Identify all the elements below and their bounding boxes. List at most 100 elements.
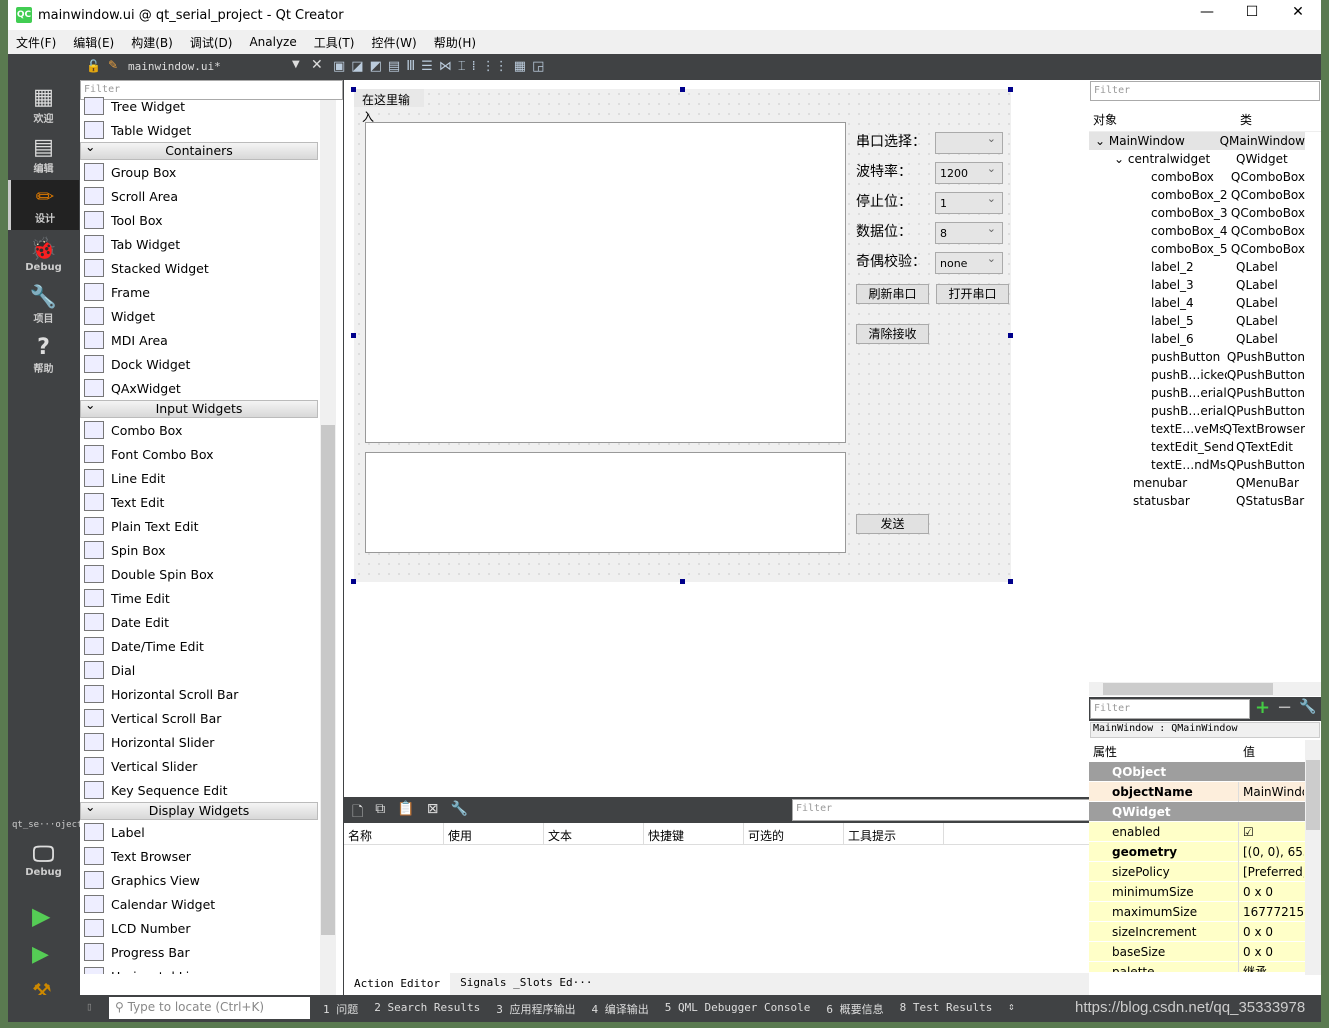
widget-item[interactable]: Progress Bar — [80, 940, 318, 964]
field-combo[interactable]: none — [935, 252, 1003, 274]
header-class[interactable]: 类 — [1236, 111, 1252, 128]
object-row[interactable]: label_5 QLabel — [1089, 312, 1305, 330]
layout-form-icon[interactable]: ⁞ — [472, 59, 476, 74]
property-row[interactable]: objectNameMainWindow — [1089, 781, 1305, 802]
layout-grid-icon[interactable]: ⋮⋮ — [482, 59, 508, 74]
column-header[interactable]: 名称 — [344, 823, 444, 844]
object-row[interactable]: menubar QMenuBar — [1089, 474, 1305, 492]
close-button[interactable]: ✕ — [1283, 4, 1313, 20]
refresh-port-button[interactable]: 刷新串口 — [856, 284, 929, 304]
property-value[interactable]: 0 x 0 — [1239, 885, 1304, 899]
action-filter-input[interactable]: Filter — [792, 799, 1096, 821]
widget-item[interactable]: Calendar Widget — [80, 892, 318, 916]
clear-receive-button[interactable]: 清除接收 — [856, 324, 929, 344]
object-inspector-hscrollbar[interactable] — [1089, 682, 1321, 696]
menu-item[interactable]: Analyze — [249, 35, 296, 49]
object-row[interactable]: label_6 QLabel — [1089, 330, 1305, 348]
property-row[interactable]: enabled ☑ — [1089, 821, 1305, 842]
property-row[interactable]: minimumSize 0 x 0 — [1089, 881, 1305, 902]
column-header[interactable]: 快捷键 — [644, 823, 744, 844]
output-pane-button[interactable]: 4 编译输出 — [591, 1001, 648, 1017]
object-row[interactable]: pushB…erial QPushButton — [1089, 402, 1305, 420]
edit-tab-order-icon[interactable]: ▤ — [388, 59, 400, 74]
column-header[interactable]: 文本 — [544, 823, 644, 844]
widget-item[interactable]: MDI Area — [80, 328, 318, 352]
property-value[interactable]: 继承 — [1239, 963, 1304, 972]
main-window-form[interactable]: 在这里输入 串口选择： 波特率： 1200 停止位： 1 数据位： 8 奇偶校验： none 刷… — [354, 89, 1011, 582]
widget-item[interactable]: Dock Widget — [80, 352, 318, 376]
receive-text-browser[interactable] — [365, 122, 846, 443]
widget-item[interactable]: Vertical Slider — [80, 754, 318, 778]
category-header[interactable]: Input Widgets — [80, 397, 318, 418]
break-layout-icon[interactable]: ▦ — [514, 59, 526, 74]
mode-edit-doc[interactable]: ▤ 编辑 — [8, 130, 79, 180]
menu-bar-placeholder[interactable]: 在这里输入 — [354, 89, 424, 124]
configure-wrench-icon[interactable]: 🔧 — [450, 801, 467, 825]
open-file-selector[interactable]: mainwindow.ui* — [128, 60, 221, 73]
mode-wrench[interactable]: 🔧 项目 — [8, 280, 79, 330]
widget-item[interactable]: QAxWidget — [80, 376, 318, 400]
widget-item[interactable]: Key Sequence Edit — [80, 778, 318, 802]
object-row[interactable]: statusbar QStatusBar — [1089, 492, 1305, 510]
maximize-button[interactable]: ☐ — [1237, 4, 1267, 20]
mode-pencil[interactable]: ✏ 设计 — [8, 180, 79, 230]
field-combo[interactable]: 1 — [935, 192, 1003, 214]
output-pane-button[interactable]: 6 概要信息 — [826, 1001, 883, 1017]
layout-vertical-icon[interactable]: ☰ — [421, 59, 433, 74]
widget-item[interactable]: Label — [80, 820, 318, 844]
edit-buddies-icon[interactable]: ◩ — [370, 59, 382, 74]
menu-item[interactable]: 调试(D) — [190, 34, 233, 51]
file-dropdown-arrow-icon[interactable]: ▼ — [292, 59, 300, 70]
run-icon[interactable]: ▶ — [32, 902, 50, 930]
output-pane-button[interactable]: 3 应用程序输出 — [496, 1001, 575, 1017]
widget-item[interactable]: Horizontal Scroll Bar — [80, 682, 318, 706]
widget-item[interactable]: Vertical Scroll Bar — [80, 706, 318, 730]
property-value[interactable]: 16777215 x — [1239, 905, 1304, 919]
object-row[interactable]: label_3 QLabel — [1089, 276, 1305, 294]
widget-item[interactable]: Double Spin Box — [80, 562, 318, 586]
widget-item[interactable]: LCD Number — [80, 916, 318, 940]
header-object[interactable]: 对象 — [1089, 111, 1236, 128]
adjust-size-icon[interactable]: ◲ — [532, 59, 544, 74]
column-header[interactable]: 可选的 — [744, 823, 844, 844]
minimize-button[interactable]: — — [1192, 4, 1222, 20]
field-combo[interactable]: 8 — [935, 222, 1003, 244]
open-port-button[interactable]: 打开串口 — [936, 284, 1009, 304]
layout-horizontal-icon[interactable]: Ⅲ — [406, 59, 415, 74]
object-row[interactable]: ⌄ MainWindow QMainWindow — [1089, 132, 1305, 150]
field-combo[interactable] — [935, 132, 1003, 154]
property-group[interactable]: QObject — [1089, 762, 1305, 782]
remove-property-icon[interactable]: − — [1277, 697, 1292, 718]
widget-item[interactable]: Dial — [80, 658, 318, 682]
widget-item[interactable]: Time Edit — [80, 586, 318, 610]
property-row[interactable]: palette 继承 — [1089, 961, 1305, 972]
menu-item[interactable]: 文件(F) — [16, 34, 56, 51]
menu-item[interactable]: 控件(W) — [371, 34, 416, 51]
widget-item[interactable]: Date Edit — [80, 610, 318, 634]
field-combo[interactable]: 1200 — [935, 162, 1003, 184]
widget-item[interactable]: Group Box — [80, 160, 318, 184]
property-value[interactable]: MainWindow — [1239, 785, 1304, 799]
menu-item[interactable]: 编辑(E) — [73, 34, 114, 51]
object-row[interactable]: comboBox_5 QComboBox — [1089, 240, 1305, 258]
property-vscrollbar[interactable] — [1305, 740, 1321, 975]
object-row[interactable]: pushButton QPushButton — [1089, 348, 1305, 366]
object-filter-input[interactable]: Filter — [1090, 81, 1320, 101]
property-row[interactable]: sizePolicy [Preferred, — [1089, 861, 1305, 882]
category-header[interactable]: Display Widgets — [80, 799, 318, 820]
widget-item[interactable]: Tree Widget — [80, 94, 318, 118]
widget-item[interactable]: Text Edit — [80, 490, 318, 514]
property-value[interactable]: [(0, 0), 655 — [1239, 845, 1304, 859]
menu-item[interactable]: 构建(B) — [131, 34, 173, 51]
widget-item[interactable]: Spin Box — [80, 538, 318, 562]
object-row[interactable]: textEdit_Send QTextEdit — [1089, 438, 1305, 456]
mode-bug[interactable]: 🐞 Debug — [8, 230, 79, 280]
widget-box-scrollbar[interactable] — [320, 100, 336, 995]
tab-action-editor[interactable]: Action Editor — [344, 973, 451, 995]
widget-item[interactable]: Line Edit — [80, 466, 318, 490]
property-value[interactable]: ☑ — [1239, 825, 1304, 839]
edit-signals-icon[interactable]: ◪ — [351, 59, 363, 74]
widget-item[interactable]: Frame — [80, 280, 318, 304]
property-value[interactable]: [Preferred, — [1239, 865, 1304, 879]
property-value[interactable]: 0 x 0 — [1239, 925, 1304, 939]
